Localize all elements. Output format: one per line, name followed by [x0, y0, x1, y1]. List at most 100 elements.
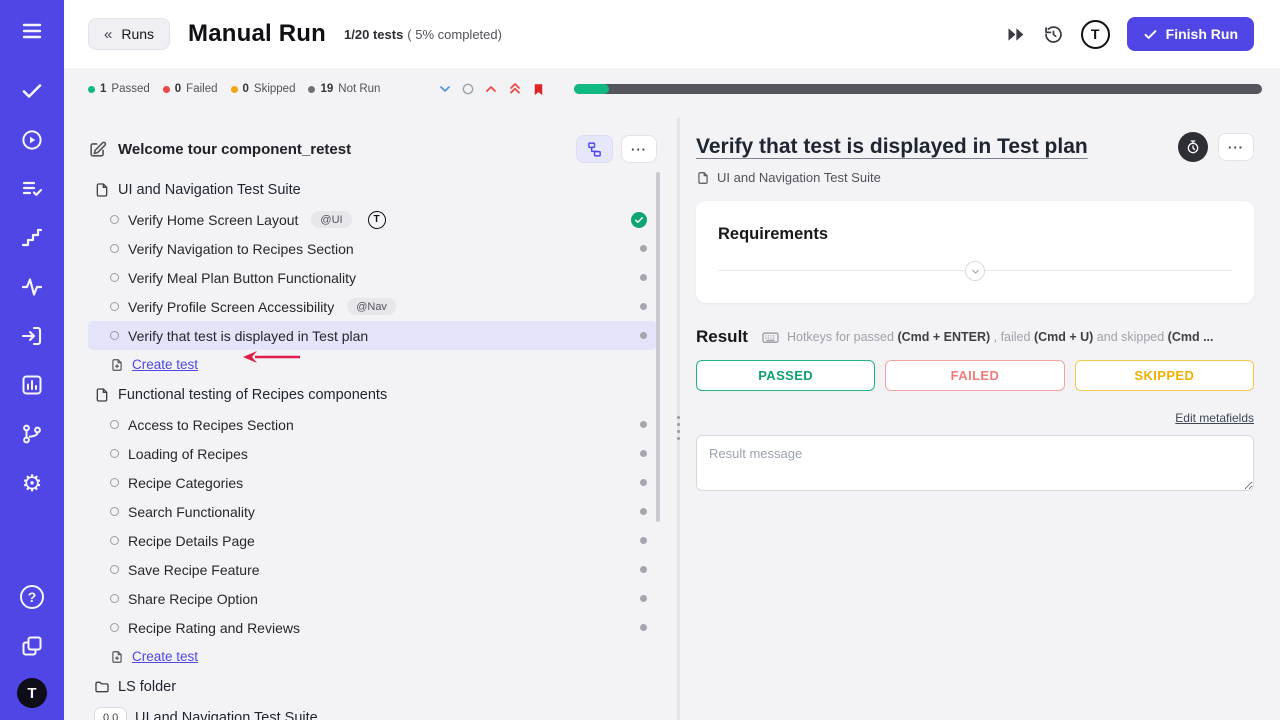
priority-critical-double-chevron-icon[interactable]	[507, 81, 523, 97]
test-label: Verify Profile Screen Accessibility	[128, 299, 334, 315]
priority-high-chevron-up-icon[interactable]	[483, 81, 499, 97]
result-message-input[interactable]	[696, 435, 1254, 491]
dashboard-chart-icon[interactable]	[15, 368, 49, 402]
tree-scrollbar[interactable]	[656, 172, 660, 522]
passed-button[interactable]: PASSED	[696, 360, 875, 391]
collapse-chevron-icon[interactable]	[965, 261, 985, 281]
test-row[interactable]: Verify Meal Plan Button Functionality	[88, 263, 657, 292]
check-icon	[1143, 27, 1158, 42]
timer-button[interactable]	[1178, 132, 1208, 162]
testomat-logo-icon[interactable]: T	[1081, 20, 1110, 49]
test-circle-icon	[110, 507, 119, 516]
notrun-dot-icon	[640, 303, 647, 310]
test-row-selected[interactable]: Verify that test is displayed in Test pl…	[88, 321, 657, 350]
detail-suite-breadcrumb[interactable]: UI and Navigation Test Suite	[696, 170, 1254, 185]
user-avatar[interactable]: T	[17, 678, 47, 708]
test-row[interactable]: Verify Home Screen Layout @UI T	[88, 205, 657, 234]
tests-check-icon[interactable]	[15, 74, 49, 108]
folder-row[interactable]: LS folder	[88, 671, 657, 702]
menu-icon[interactable]	[15, 14, 49, 48]
file-plus-icon	[110, 358, 124, 372]
test-row[interactable]: Verify Profile Screen Accessibility @Nav	[88, 292, 657, 321]
back-to-runs-button[interactable]: « Runs	[88, 18, 170, 50]
runs-play-icon[interactable]	[15, 123, 49, 157]
content-area: Welcome tour component_retest ··· UI and…	[64, 118, 1280, 720]
run-progress-fill	[574, 84, 608, 94]
test-label: Verify that test is displayed in Test pl…	[128, 328, 368, 344]
keyboard-icon	[761, 328, 780, 347]
finish-run-button[interactable]: Finish Run	[1127, 17, 1254, 51]
edit-metafields-link[interactable]: Edit metafields	[1175, 411, 1254, 425]
compose-icon	[88, 140, 107, 159]
priority-blocker-bookmark-icon[interactable]	[531, 82, 546, 97]
test-circle-icon	[110, 449, 119, 458]
notrun-dot-icon	[640, 595, 647, 602]
failed-button[interactable]: FAILED	[885, 360, 1064, 391]
app-window: ⚙ ? T « Runs Manual Run 1/20 tests ( 5% …	[0, 0, 1280, 720]
tree-header: Welcome tour component_retest ···	[88, 128, 657, 170]
fast-forward-icon[interactable]	[1005, 24, 1026, 45]
test-row[interactable]: Search Functionality	[88, 497, 657, 526]
test-label: Verify Meal Plan Button Functionality	[128, 270, 356, 286]
tree-structure-button[interactable]	[576, 135, 613, 163]
test-circle-icon	[110, 420, 119, 429]
suite-row[interactable]: UI and Navigation Test Suite	[88, 174, 657, 205]
test-row[interactable]: Save Recipe Feature	[88, 555, 657, 584]
test-circle-icon	[110, 215, 119, 224]
test-tree-panel: Welcome tour component_retest ··· UI and…	[64, 118, 677, 720]
top-header: « Runs Manual Run 1/20 tests ( 5% comple…	[64, 0, 1280, 68]
hotkeys-text: Hotkeys for passed (Cmd + ENTER) , faile…	[787, 330, 1214, 344]
test-label: Save Recipe Feature	[128, 562, 260, 578]
divider-drag-handle[interactable]	[673, 410, 684, 446]
topbar-actions: T Finish Run	[1005, 17, 1254, 51]
test-row[interactable]: Verify Navigation to Recipes Section	[88, 234, 657, 263]
test-row[interactable]: Loading of Recipes	[88, 439, 657, 468]
priority-normal-circle-icon[interactable]	[461, 82, 475, 96]
test-row[interactable]: Recipe Categories	[88, 468, 657, 497]
test-row[interactable]: Share Recipe Option	[88, 584, 657, 613]
file-icon	[94, 387, 110, 403]
steps-icon[interactable]	[15, 221, 49, 255]
create-test-link[interactable]: Create test	[132, 357, 198, 372]
hotkeys-hint: Hotkeys for passed (Cmd + ENTER) , faile…	[761, 328, 1254, 347]
suite-name: UI and Navigation Test Suite	[118, 182, 301, 198]
settings-gear-icon[interactable]: ⚙	[15, 466, 49, 500]
plans-list-icon[interactable]	[15, 172, 49, 206]
priority-low-chevron-down-icon[interactable]	[437, 81, 453, 97]
tree-more-options-button[interactable]: ···	[621, 135, 657, 163]
test-circle-icon	[110, 331, 119, 340]
result-header: Result Hotkeys for passed (Cmd + ENTER) …	[696, 327, 1254, 347]
create-test-row: Create test	[88, 350, 657, 379]
test-circle-icon	[110, 302, 119, 311]
test-title-link[interactable]: Verify that test is displayed in Test pl…	[696, 135, 1168, 159]
retry-history-icon[interactable]	[1043, 24, 1064, 45]
docs-copy-icon[interactable]	[15, 629, 49, 663]
test-row[interactable]: Recipe Details Page	[88, 526, 657, 555]
test-row[interactable]: Recipe Rating and Reviews	[88, 613, 657, 642]
stat-passed: 1Passed	[88, 83, 150, 95]
test-circle-icon	[110, 623, 119, 632]
test-label: Search Functionality	[128, 504, 255, 520]
notrun-dot-icon	[640, 537, 647, 544]
suite-row[interactable]: Functional testing of Recipes components	[88, 379, 657, 410]
suite-row[interactable]: UI and Navigation Test Suite	[88, 702, 657, 720]
notrun-dot-icon	[640, 421, 647, 428]
create-test-link[interactable]: Create test	[132, 649, 198, 664]
bottom-badge: 0.0	[94, 707, 127, 720]
failed-dot-icon	[163, 86, 170, 93]
suite-name: UI and Navigation Test Suite	[135, 710, 318, 720]
analytics-pulse-icon[interactable]	[15, 270, 49, 304]
test-row[interactable]: Access to Recipes Section	[88, 410, 657, 439]
import-icon[interactable]	[15, 319, 49, 353]
branch-icon[interactable]	[15, 417, 49, 451]
test-circle-icon	[110, 536, 119, 545]
skipped-button[interactable]: SKIPPED	[1075, 360, 1254, 391]
test-circle-icon	[110, 273, 119, 282]
notrun-dot-icon	[640, 479, 647, 486]
priority-filters	[437, 81, 546, 97]
detail-more-options-button[interactable]: ···	[1218, 133, 1254, 161]
test-label: Verify Home Screen Layout	[128, 212, 298, 228]
test-circle-icon	[110, 594, 119, 603]
stat-failed: 0Failed	[163, 83, 218, 95]
help-icon[interactable]: ?	[15, 580, 49, 614]
